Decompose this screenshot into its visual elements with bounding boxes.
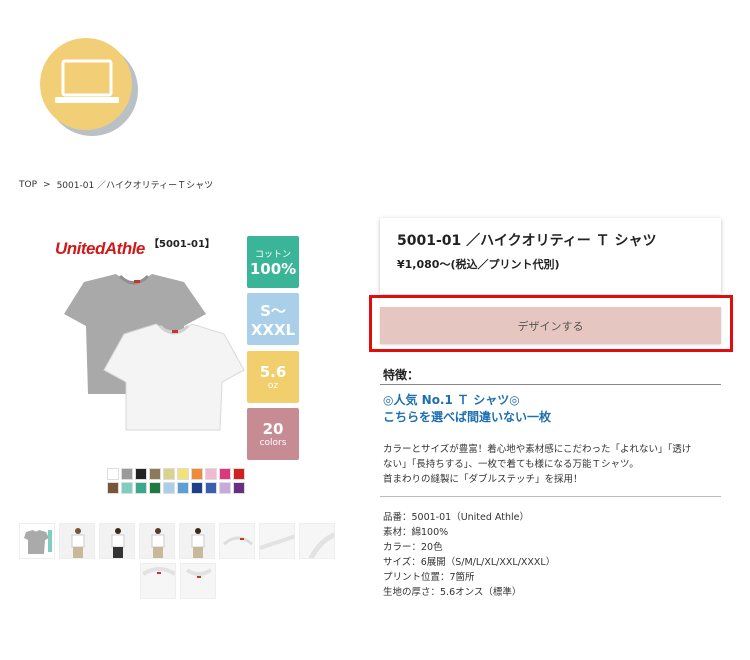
color-swatch: [219, 468, 231, 480]
breadcrumb-top-link[interactable]: TOP: [19, 180, 37, 190]
product-title: 5001-01 ／ハイクオリティー Ｔ シャツ: [397, 233, 657, 249]
feature-badge-cotton: コットン 100%: [247, 236, 299, 288]
spec-line: 生地の厚さ：5.6オンス（標準）: [383, 587, 522, 598]
color-swatch: [149, 482, 161, 494]
color-swatch: [205, 482, 217, 494]
product-price: ¥1,080〜(税込／プリント代別): [397, 258, 560, 271]
feature-badge-cotton-bottom: 100%: [249, 259, 297, 278]
fabric-detail-icon: [308, 532, 334, 558]
color-swatches: [107, 468, 257, 494]
model-photo-icon: [111, 528, 125, 558]
spec-line: 品番：5001-01（United Athle）: [383, 512, 529, 523]
thumbnail-image[interactable]: [179, 523, 215, 559]
spec-line: サイズ：6展開（S/M/L/XL/XXL/XXXL）: [383, 557, 556, 568]
thumbnail-image[interactable]: [259, 523, 295, 559]
thumbnail-gallery-row2: [140, 563, 216, 599]
brand-logo: UnitedAthle: [55, 239, 145, 258]
breadcrumb-separator: >: [43, 179, 51, 190]
features-description: カラーとサイズが豊富！着心地や素材感にこだわった「よれない」「透け ない」「長持…: [383, 442, 723, 487]
highlight-line: ◎人気 No.1 Ｔ シャツ◎: [383, 393, 520, 407]
color-swatch: [121, 468, 133, 480]
feature-badge-colors-bottom: colors: [259, 438, 287, 448]
model-code: 【5001-01】: [149, 239, 215, 250]
feature-badge-weight: 5.6 oz: [247, 351, 299, 403]
color-swatch: [233, 468, 245, 480]
description-line: 首まわりの縫製に「ダブルステッチ」を採用！: [383, 474, 583, 485]
feature-badge-colors: 20 colors: [247, 408, 299, 460]
product-info-card: 5001-01 ／ハイクオリティー Ｔ シャツ ¥1,080〜(税込／プリント代…: [380, 218, 721, 294]
model-photo-icon: [71, 528, 85, 558]
color-swatch: [177, 468, 189, 480]
tshirt-image: [64, 274, 245, 431]
product-specs: 品番：5001-01（United Athle） 素材：綿100% カラー：20…: [383, 510, 555, 600]
feature-badge-weight-top: 5.6: [259, 363, 287, 381]
feature-badge-sizes: S〜 XXXL: [247, 293, 299, 345]
thumbnail-image[interactable]: [180, 563, 216, 599]
feature-badge-colors-top: 20: [262, 420, 284, 438]
thumbnail-image[interactable]: [59, 523, 95, 559]
design-button[interactable]: デザインする: [380, 307, 721, 344]
color-swatch: [163, 468, 175, 480]
spec-line: プリント位置：7箇所: [383, 572, 475, 583]
thumbnail-image[interactable]: [19, 523, 55, 559]
logo-circle: [40, 38, 132, 130]
feature-badge-weight-bottom: oz: [267, 381, 279, 391]
color-swatch: [191, 482, 203, 494]
thumbnail-image[interactable]: [99, 523, 135, 559]
thumbnail-image[interactable]: [219, 523, 255, 559]
feature-badge-sizes-bottom: XXXL: [250, 320, 296, 339]
breadcrumb: TOP > 5001-01 ／ハイクオリティーＴシャツ: [19, 178, 214, 192]
color-swatch: [135, 468, 147, 480]
breadcrumb-current: 5001-01 ／ハイクオリティーＴシャツ: [56, 181, 214, 191]
color-swatch: [177, 482, 189, 494]
features-highlight: ◎人気 No.1 Ｔ シャツ◎ こちらを選べば間違いない一枚: [383, 392, 551, 426]
thumbnail-image[interactable]: [140, 563, 176, 599]
color-swatch: [205, 468, 217, 480]
color-swatch: [163, 482, 175, 494]
fabric-detail-icon: [223, 536, 253, 546]
laptop-icon: [55, 59, 119, 103]
color-swatch: [135, 482, 147, 494]
highlight-line: こちらを選べば間違いない一枚: [383, 410, 552, 424]
site-logo[interactable]: [40, 38, 140, 138]
spec-line: カラー：20色: [383, 542, 443, 553]
fabric-detail-icon: [185, 568, 213, 578]
features-heading: 特徴：: [383, 368, 420, 382]
color-swatch: [219, 482, 231, 494]
color-swatch: [121, 482, 133, 494]
model-photo-icon: [191, 528, 205, 558]
color-swatch: [191, 468, 203, 480]
thumbnail-gallery: [19, 523, 339, 559]
color-swatch: [107, 482, 119, 494]
fabric-detail-icon: [141, 567, 175, 576]
color-swatch: [233, 482, 245, 494]
feature-badge-sizes-top: S〜: [260, 301, 286, 320]
color-swatch: [149, 468, 161, 480]
features-divider: [380, 384, 721, 385]
description-line: ない」「長持ちする」、一枚で着ても様になる万能Ｔシャツ。: [383, 459, 639, 470]
product-main-image[interactable]: UnitedAthle 【5001-01】 コットン 100% S〜 XXXL …: [52, 230, 302, 500]
spec-line: 素材：綿100%: [383, 527, 449, 538]
color-swatch: [107, 468, 119, 480]
fabric-detail-icon: [260, 534, 294, 550]
specs-divider: [380, 496, 721, 497]
model-photo-icon: [151, 528, 165, 558]
feature-badge-cotton-top: コットン: [254, 249, 291, 260]
tshirt-icon: [24, 530, 52, 554]
thumbnail-image[interactable]: [299, 523, 335, 559]
description-line: カラーとサイズが豊富！着心地や素材感にこだわった「よれない」「透け: [383, 444, 692, 455]
thumbnail-image[interactable]: [139, 523, 175, 559]
